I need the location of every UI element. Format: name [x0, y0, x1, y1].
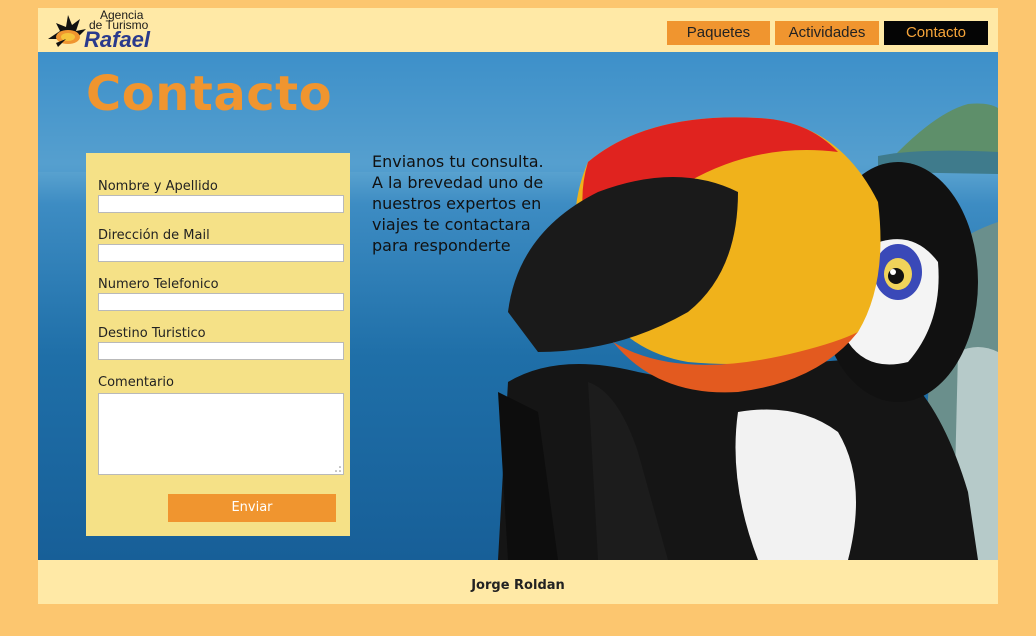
field-label-email: Dirección de Mail: [98, 228, 210, 243]
field-label-telefono: Numero Telefonico: [98, 277, 219, 292]
intro-line: A la brevedad uno de: [372, 173, 544, 192]
site-footer: Jorge Roldan: [38, 560, 998, 604]
email-input[interactable]: [98, 244, 344, 262]
page-title: Contacto: [86, 66, 333, 122]
nav-item-contacto[interactable]: Contacto: [884, 21, 988, 45]
comentario-textarea[interactable]: [98, 393, 344, 475]
field-label-comentario: Comentario: [98, 375, 174, 390]
brand-logo[interactable]: Agencia de Turismo Rafael: [46, 9, 166, 52]
telefono-input[interactable]: [98, 293, 344, 311]
hero-section: Contacto Nombre y Apellido Dirección de …: [38, 52, 998, 560]
intro-line: viajes te contactara: [372, 215, 531, 234]
nav-item-actividades[interactable]: Actividades: [775, 21, 879, 45]
footer-author: Jorge Roldan: [471, 578, 565, 593]
resize-grip-icon[interactable]: [333, 464, 341, 472]
nav-item-paquetes[interactable]: Paquetes: [667, 21, 770, 45]
submit-button[interactable]: Enviar: [168, 494, 336, 522]
main-nav: Paquetes Actividades Contacto: [662, 21, 988, 45]
page-container: Agencia de Turismo Rafael Paquetes Activ…: [38, 8, 998, 604]
intro-text: Envianos tu consulta. A la brevedad uno …: [372, 151, 562, 256]
intro-line: Envianos tu consulta.: [372, 152, 544, 171]
intro-line: nuestros expertos en: [372, 194, 542, 213]
nombre-input[interactable]: [98, 195, 344, 213]
brand-name: Rafael: [84, 27, 151, 52]
intro-line: para responderte: [372, 236, 511, 255]
field-label-destino: Destino Turistico: [98, 326, 206, 341]
contact-form: Nombre y Apellido Dirección de Mail Nume…: [86, 153, 350, 536]
site-header: Agencia de Turismo Rafael Paquetes Activ…: [38, 8, 998, 52]
destino-input[interactable]: [98, 342, 344, 360]
field-label-nombre: Nombre y Apellido: [98, 179, 218, 194]
